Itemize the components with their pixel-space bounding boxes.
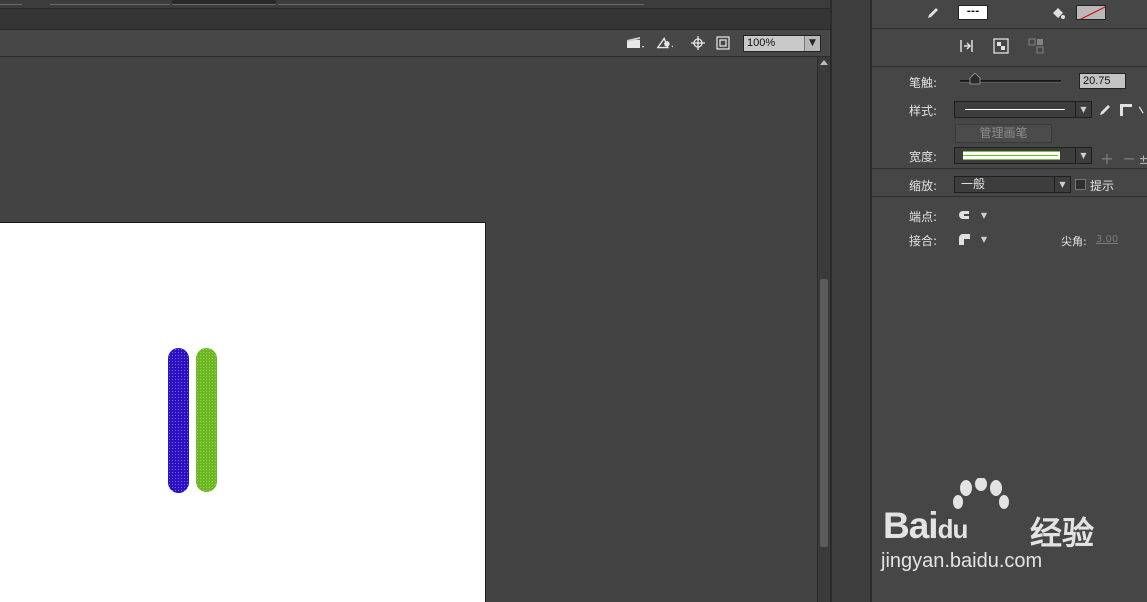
divider [872, 168, 1147, 169]
stroke-slider-thumb[interactable] [969, 72, 981, 85]
hint-label: 提示 [1090, 179, 1115, 193]
panel-divider[interactable] [830, 0, 872, 602]
blue-stroke[interactable] [168, 348, 189, 493]
chevron-down-icon[interactable]: ▼ [1075, 102, 1091, 117]
top-strip-segment [172, 0, 276, 5]
swap-colors-icon [1028, 38, 1044, 54]
baidu-logo-text: Baidu [883, 505, 968, 546]
document-tab-bar [0, 9, 832, 30]
clapperboard-icon[interactable] [626, 35, 646, 51]
vertical-scrollbar[interactable] [817, 57, 830, 602]
pencil-icon [925, 5, 941, 21]
cap-label: 端点: [909, 210, 938, 224]
swap-stroke-icon[interactable] [959, 38, 975, 54]
zoom-select[interactable]: 100% ▼ [743, 35, 821, 52]
top-menu-strip [0, 0, 832, 9]
edit-bar: 100% ▼ [0, 30, 832, 57]
edit-style-icon[interactable] [1097, 102, 1113, 118]
add-width-icon: + [1100, 148, 1114, 168]
brush-tool-icon[interactable] [1138, 102, 1147, 118]
scale-value: 一般 [961, 177, 986, 191]
baidu-jingyan-watermark: Baidu 经验 jingyan.baidu.com [878, 478, 1138, 583]
style-label: 样式: [909, 104, 938, 118]
symbol-icon[interactable] [656, 35, 676, 51]
scroll-up-icon[interactable] [820, 60, 828, 65]
stroke-style-select[interactable]: ▼ [954, 101, 1092, 118]
stroke-width-input[interactable]: 20.75 [1079, 73, 1126, 89]
chevron-down-icon[interactable]: ▼ [976, 207, 992, 223]
jingyan-logo-text: 经验 [1030, 514, 1095, 552]
pasteboard[interactable] [0, 57, 817, 602]
scale-select[interactable]: 一般 ▼ [954, 176, 1071, 193]
scale-label: 缩放: [909, 179, 938, 193]
stroke-label: 笔触: [909, 76, 938, 90]
watermark-url: jingyan.baidu.com [881, 550, 1043, 572]
divider [872, 28, 1147, 29]
paint-bucket-icon [1050, 5, 1066, 21]
width-profile-preview [963, 151, 1060, 160]
miter-label: 尖角: [1061, 235, 1087, 248]
flip-width-icon: ± [1140, 152, 1147, 168]
app-window: 100% ▼ --- 笔触: 20.75 样式: ▼ 管理画笔 宽度: ▼ + … [0, 0, 1147, 602]
join-label: 接合: [909, 234, 938, 248]
round-join-icon[interactable] [956, 231, 972, 247]
scrollbar-thumb[interactable] [820, 279, 828, 547]
clip-stage-icon[interactable] [713, 35, 733, 51]
remove-width-icon: − [1122, 148, 1136, 168]
stroke-color-swatch[interactable]: --- [958, 5, 988, 20]
divider [872, 196, 1147, 197]
black-white-icon[interactable] [993, 38, 1009, 54]
manage-brushes-button: 管理画笔 [955, 124, 1052, 143]
chevron-down-icon[interactable]: ▼ [1054, 177, 1070, 192]
center-stage-icon[interactable] [688, 35, 708, 51]
top-strip-segment [278, 0, 644, 5]
chevron-down-icon[interactable]: ▼ [1075, 148, 1091, 163]
width-profile-select[interactable]: ▼ [954, 147, 1092, 164]
solid-line-preview [965, 109, 1065, 110]
width-label: 宽度: [909, 150, 938, 164]
brush-library-icon[interactable] [1118, 102, 1134, 118]
top-strip-segment [50, 0, 170, 5]
width-profile-line [963, 155, 1058, 156]
top-strip-segment [0, 0, 22, 5]
miter-value: 3.00 [1096, 234, 1119, 245]
chevron-down-icon[interactable]: ▼ [976, 231, 992, 247]
chevron-down-icon[interactable]: ▼ [804, 36, 820, 51]
fill-color-swatch[interactable] [1076, 5, 1106, 20]
round-cap-icon[interactable] [956, 207, 972, 223]
stage[interactable] [0, 222, 486, 602]
green-stroke[interactable] [196, 348, 217, 492]
divider [872, 66, 1147, 67]
zoom-value[interactable]: 100% [744, 36, 804, 51]
hint-checkbox[interactable] [1075, 179, 1086, 190]
